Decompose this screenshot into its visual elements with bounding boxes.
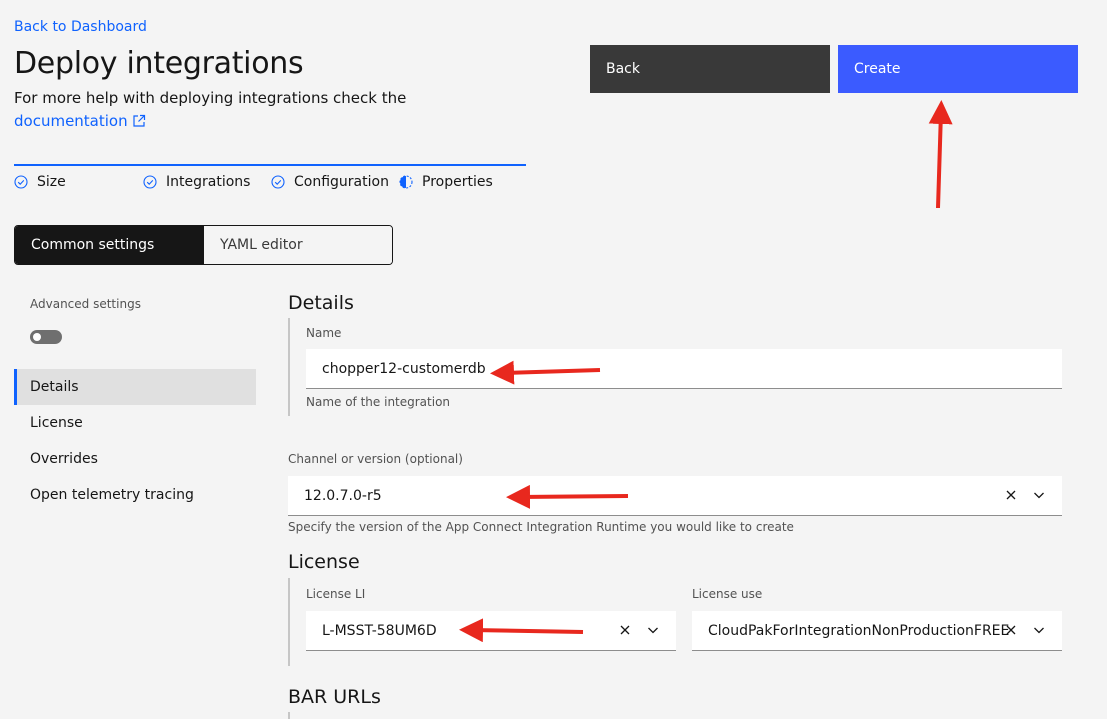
clear-icon[interactable] xyxy=(1004,488,1018,502)
sidebar-item-license[interactable]: License xyxy=(14,405,256,441)
page-title: Deploy integrations xyxy=(14,46,304,81)
license-use-value: CloudPakForIntegrationNonProductionFREE xyxy=(708,622,1010,639)
advanced-settings-label: Advanced settings xyxy=(30,297,141,311)
create-button[interactable]: Create xyxy=(838,45,1078,93)
documentation-link[interactable]: documentation xyxy=(14,112,146,130)
name-value: chopper12-customerdb xyxy=(322,360,486,377)
channel-value: 12.0.7.0-r5 xyxy=(304,487,382,504)
help-text: For more help with deploying integration… xyxy=(14,89,407,107)
channel-label: Channel or version (optional) xyxy=(288,452,463,466)
license-li-combobox[interactable]: L-MSST-58UM6D xyxy=(306,611,676,651)
toggle-knob xyxy=(33,333,41,341)
chevron-down-icon[interactable] xyxy=(1032,488,1046,502)
advanced-settings-toggle[interactable] xyxy=(30,330,62,344)
details-heading: Details xyxy=(288,292,354,314)
section-divider xyxy=(288,318,290,416)
side-nav: Details License Overrides Open telemetry… xyxy=(14,369,256,513)
documentation-link-label: documentation xyxy=(14,112,128,130)
step-label: Size xyxy=(37,174,66,190)
step-size[interactable]: Size xyxy=(14,174,66,190)
section-divider xyxy=(288,712,290,719)
step-label: Integrations xyxy=(166,174,251,190)
back-to-dashboard-link[interactable]: Back to Dashboard xyxy=(14,19,147,35)
content-switcher: Common settings YAML editor xyxy=(14,225,393,265)
step-properties[interactable]: Properties xyxy=(399,174,493,190)
chevron-down-icon[interactable] xyxy=(1032,623,1046,637)
name-helper-text: Name of the integration xyxy=(306,395,451,409)
license-use-controls xyxy=(1004,623,1046,637)
tab-yaml-editor[interactable]: YAML editor xyxy=(204,226,392,264)
chevron-down-icon[interactable] xyxy=(646,623,660,637)
incomplete-step-icon xyxy=(399,175,413,189)
name-input[interactable]: chopper12-customerdb xyxy=(306,349,1062,389)
step-integrations[interactable]: Integrations xyxy=(143,174,250,190)
tab-common-settings[interactable]: Common settings xyxy=(15,226,204,264)
clear-icon[interactable] xyxy=(1004,623,1018,637)
bar-urls-heading: BAR URLs xyxy=(288,686,381,708)
section-divider xyxy=(288,578,290,666)
step-configuration[interactable]: Configuration xyxy=(271,174,389,190)
license-li-controls xyxy=(618,623,660,637)
progress-bar xyxy=(14,164,526,166)
arrow-to-create xyxy=(928,100,953,209)
checkmark-outline-icon xyxy=(143,175,157,189)
license-heading: License xyxy=(288,551,360,573)
sidebar-item-overrides[interactable]: Overrides xyxy=(14,441,256,477)
license-li-value: L-MSST-58UM6D xyxy=(322,622,437,639)
channel-helper-text: Specify the version of the App Connect I… xyxy=(288,520,794,534)
checkmark-outline-icon xyxy=(271,175,285,189)
step-label: Configuration xyxy=(294,174,389,190)
license-use-combobox[interactable]: CloudPakForIntegrationNonProductionFREE xyxy=(692,611,1062,651)
channel-controls xyxy=(1004,488,1046,502)
license-use-label: License use xyxy=(692,587,763,601)
checkmark-outline-icon xyxy=(14,175,28,189)
clear-icon[interactable] xyxy=(618,623,632,637)
sidebar-item-details[interactable]: Details xyxy=(14,369,256,405)
sidebar-item-open-telemetry[interactable]: Open telemetry tracing xyxy=(14,477,256,513)
channel-combobox[interactable]: 12.0.7.0-r5 xyxy=(288,476,1062,516)
license-li-label: License LI xyxy=(306,587,366,601)
step-label: Properties xyxy=(422,174,493,190)
name-label: Name xyxy=(306,326,342,340)
back-button[interactable]: Back xyxy=(590,45,830,93)
external-link-icon xyxy=(133,114,145,127)
